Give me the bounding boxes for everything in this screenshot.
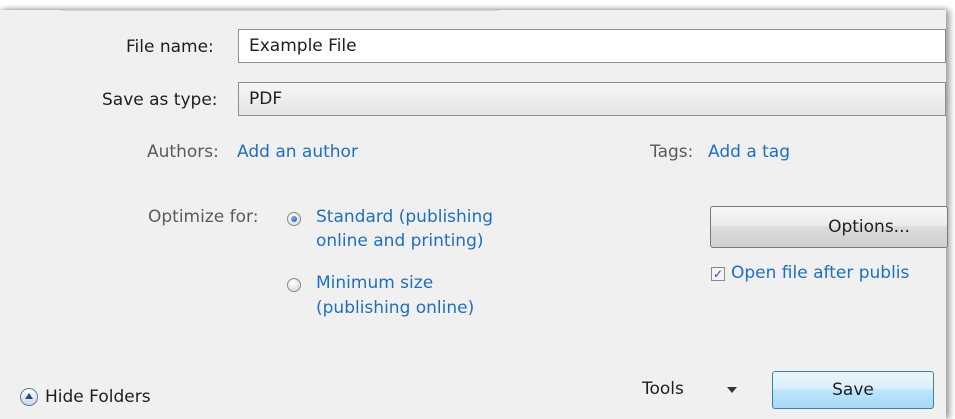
standard-option-line1[interactable]: Standard (publishing [316, 207, 493, 227]
add-author-link[interactable]: Add an author [237, 142, 358, 162]
hide-folders-up-icon[interactable] [20, 388, 38, 406]
optimize-for-label: Optimize for: [148, 207, 259, 227]
chevron-down-icon[interactable] [727, 387, 737, 393]
minimum-size-option-line2[interactable]: (publishing online) [316, 298, 474, 318]
hide-folders-link[interactable]: Hide Folders [45, 387, 151, 407]
save-as-type-value: PDF [249, 89, 283, 109]
save-dialog: File name: Example File Save as type: PD… [0, 10, 948, 419]
save-button[interactable]: Save [772, 371, 934, 409]
top-divider [60, 10, 500, 17]
save-as-type-label: Save as type: [102, 90, 218, 110]
authors-label: Authors: [147, 142, 219, 162]
standard-option-line2[interactable]: online and printing) [316, 231, 484, 251]
options-button-label: Options... [828, 217, 910, 237]
add-tag-link[interactable]: Add a tag [708, 142, 790, 162]
minimum-size-radio[interactable] [287, 278, 301, 292]
options-button[interactable]: Options... [710, 206, 948, 248]
check-mark-icon: ✓ [712, 267, 724, 281]
open-after-checkbox[interactable]: ✓ [711, 267, 725, 281]
standard-radio[interactable] [287, 212, 301, 226]
file-name-input[interactable]: Example File [238, 29, 946, 63]
file-name-value: Example File [249, 36, 357, 56]
tools-menu[interactable]: Tools [642, 379, 684, 399]
save-as-type-select[interactable]: PDF [238, 82, 946, 116]
save-button-label: Save [832, 380, 874, 400]
tags-label: Tags: [650, 142, 694, 162]
open-after-label[interactable]: Open file after publis [731, 263, 909, 283]
minimum-size-option-line1[interactable]: Minimum size [316, 273, 433, 293]
file-name-label: File name: [126, 37, 214, 57]
